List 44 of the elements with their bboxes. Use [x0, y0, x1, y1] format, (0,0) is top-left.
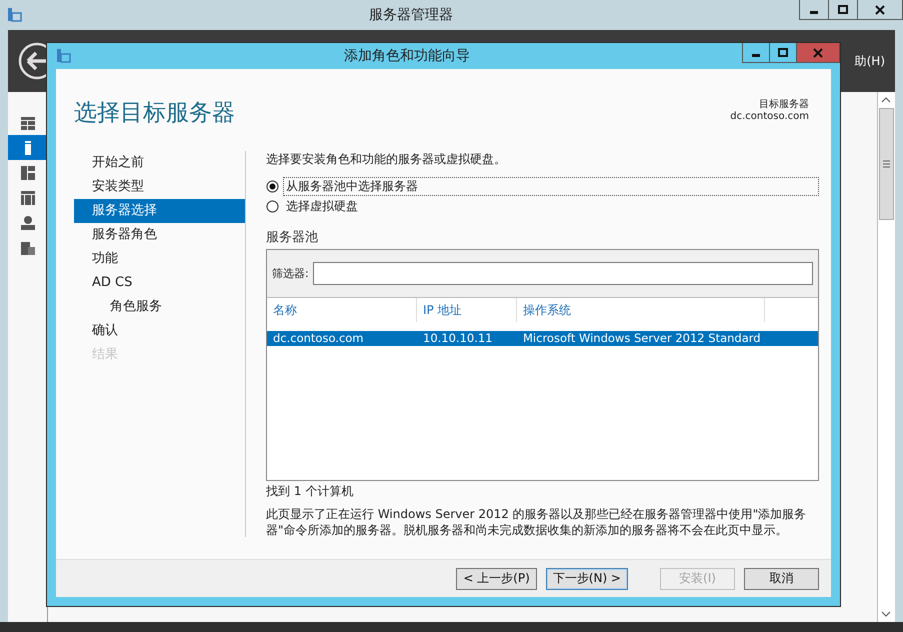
wizard-step[interactable]: 功能 — [74, 247, 245, 271]
dialog-title: 添加角色和功能向导 — [343, 47, 471, 65]
radio-label[interactable]: 从服务器池中选择服务器 — [283, 176, 819, 196]
app-icon — [6, 7, 22, 23]
help-menu[interactable]: 助(H) — [854, 52, 885, 70]
column-header[interactable]: 操作系统 — [517, 298, 765, 322]
table-cell-text: Microsoft Windows Server 2012 Standard — [522, 331, 762, 346]
section-title: 服务器池 — [266, 229, 319, 246]
window-title: 服务器管理器 — [368, 6, 454, 24]
target-server-name: dc.contoso.com — [730, 111, 809, 122]
table-cell-text: dc.contoso.com — [272, 331, 365, 346]
filter-field[interactable] — [312, 262, 813, 285]
column-header[interactable]: IP 地址 — [417, 298, 517, 322]
wizard-step[interactable]: 确认 — [74, 319, 245, 343]
grid-icon[interactable] — [20, 114, 36, 130]
wizard-step[interactable]: 服务器角色 — [74, 223, 245, 247]
sidebar-item[interactable] — [8, 135, 47, 160]
wizard-button[interactable]: 下一步(N) > — [546, 568, 628, 590]
wizard-button[interactable]: 取消 — [744, 568, 819, 590]
result-count: 找到 1 个计算机 — [266, 483, 354, 500]
page-heading: 选择目标服务器 — [74, 99, 235, 128]
wizard-step[interactable]: AD CS — [74, 271, 245, 295]
filter-label: 筛选器: — [272, 266, 309, 281]
close-icon[interactable] — [875, 4, 885, 14]
wizard-step[interactable]: 服务器选择 — [74, 199, 245, 223]
maximize-icon[interactable] — [838, 4, 848, 14]
instruction-text: 选择要安装角色和功能的服务器或虚拟硬盘。 — [266, 151, 507, 168]
column-header[interactable]: 名称 — [267, 298, 417, 322]
radio-label[interactable]: 选择虚拟硬盘 — [283, 196, 361, 216]
maximize-icon[interactable] — [778, 48, 788, 58]
radio-button[interactable] — [266, 180, 279, 192]
scrollbar[interactable] — [877, 92, 895, 622]
table-cell-text: 10.10.10.11 — [422, 331, 494, 346]
wizard-step[interactable]: 开始之前 — [74, 151, 245, 175]
table-row[interactable]: dc.contoso.com 10.10.10.11 Microsoft Windows Server 2012 Standard — [267, 331, 818, 346]
wizard-step[interactable]: 角色服务 — [74, 295, 245, 319]
app-icon — [55, 48, 71, 64]
tiles-icon[interactable] — [20, 164, 36, 180]
wizard-step[interactable]: 安装类型 — [74, 175, 245, 199]
info-text: 此页显示了正在运行 Windows Server 2012 的服务器以及那些已经在服务器管理器中使用"添加服务器"命令所添加的服务器。脱机服务器和尚未完成数据收集的新添加的服务器将不会在此页中显示。 — [266, 506, 808, 538]
target-server-label: 目标服务器 — [759, 98, 809, 111]
grip-icon — [883, 160, 890, 168]
wizard-button[interactable]: < 上一步(P) — [456, 568, 537, 590]
radio-button[interactable] — [266, 200, 279, 212]
